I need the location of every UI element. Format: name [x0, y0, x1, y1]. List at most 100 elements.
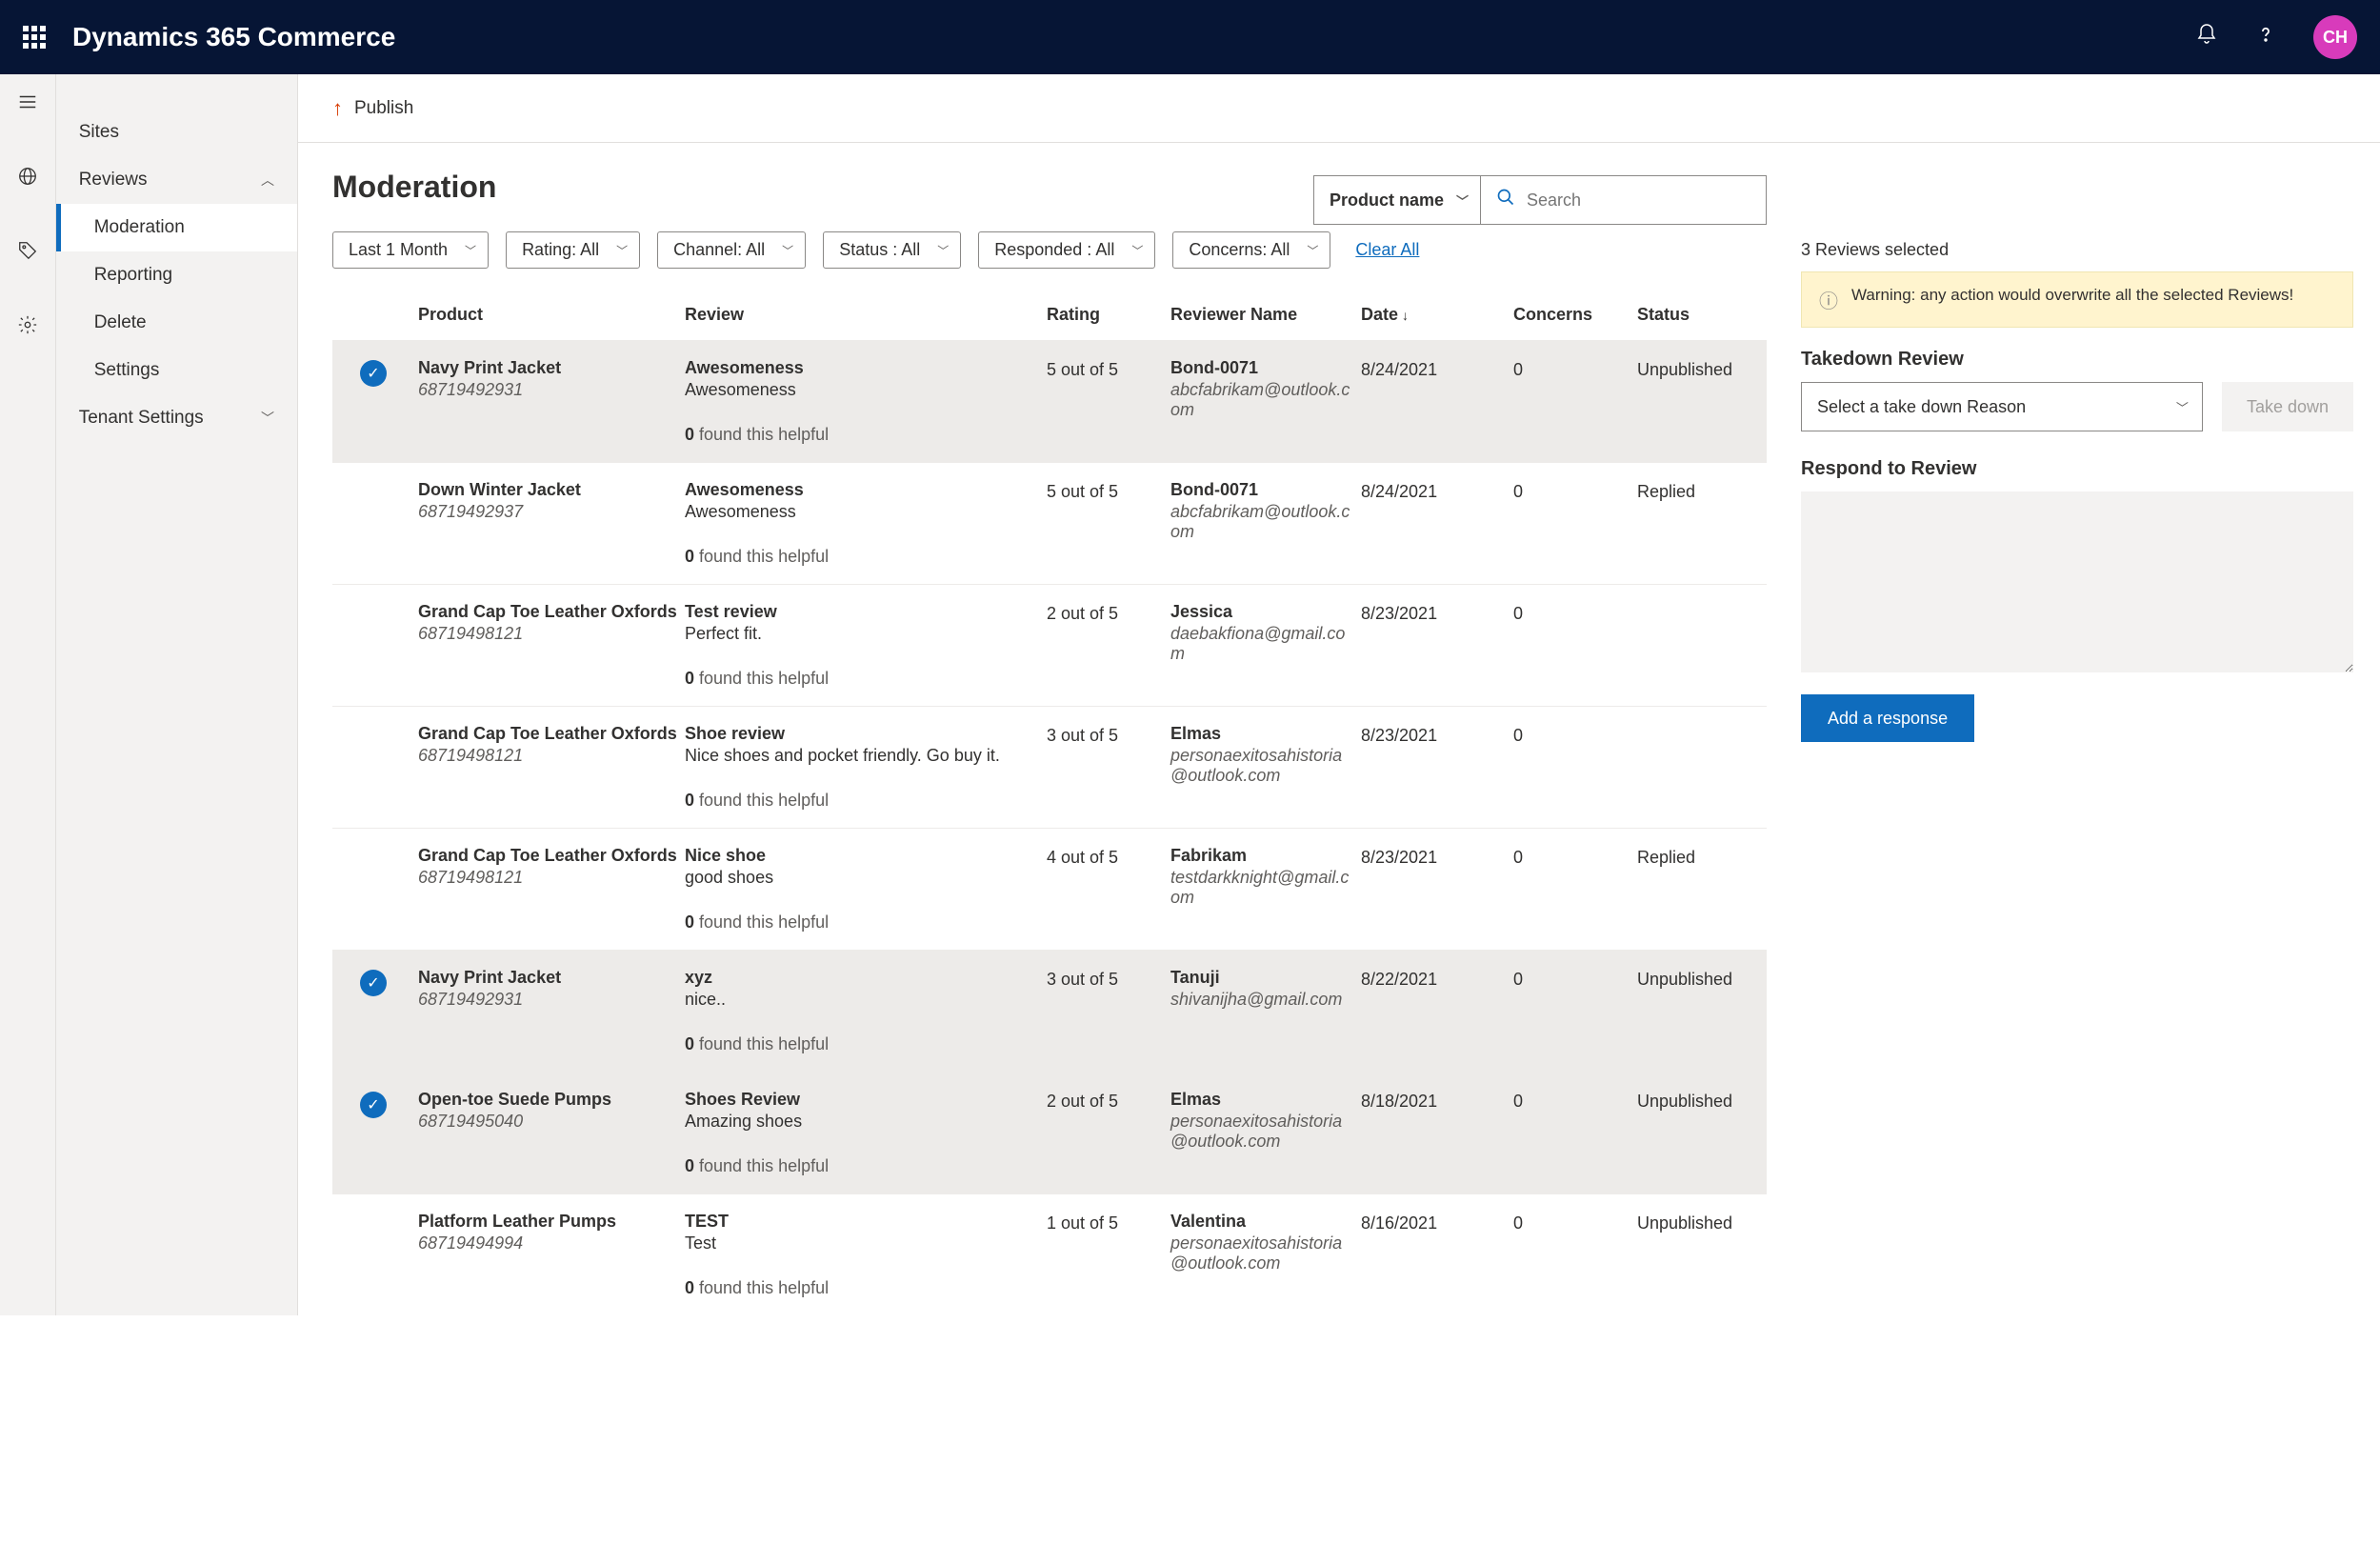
- helpful-count: 0 found this helpful: [685, 912, 1039, 932]
- product-name: Platform Leather Pumps: [418, 1212, 677, 1232]
- concerns: 0: [1510, 968, 1633, 1054]
- review-date: 8/23/2021: [1357, 724, 1510, 811]
- concerns: 0: [1510, 1212, 1633, 1298]
- helpful-count: 0 found this helpful: [685, 425, 1039, 445]
- sidebar: Sites Reviews ︿ Moderation Reporting Dele…: [56, 74, 298, 1315]
- review-title: TEST: [685, 1212, 1039, 1232]
- takedown-button[interactable]: Take down: [2222, 382, 2353, 431]
- sidebar-item-moderation[interactable]: Moderation: [56, 204, 297, 251]
- col-status[interactable]: Status: [1633, 299, 1767, 331]
- filter-pill-2[interactable]: Channel: All﹀: [657, 231, 806, 269]
- row-check-icon[interactable]: ✓: [360, 360, 387, 387]
- table-row[interactable]: Down Winter Jacket68719492937Awesomeness…: [332, 462, 1767, 584]
- reviewer-email: shivanijha@gmail.com: [1170, 990, 1353, 1010]
- table-row[interactable]: ✓Navy Print Jacket68719492931xyznice..0 …: [332, 950, 1767, 1072]
- table-row[interactable]: Grand Cap Toe Leather Oxfords68719498121…: [332, 584, 1767, 706]
- reviewer-name: Tanuji: [1170, 968, 1353, 988]
- gear-icon[interactable]: [17, 314, 38, 341]
- status: Replied: [1633, 480, 1767, 567]
- search-box[interactable]: [1481, 175, 1767, 225]
- review-date: 8/18/2021: [1357, 1090, 1510, 1176]
- publish-button[interactable]: Publish: [354, 98, 413, 119]
- row-check-icon[interactable]: ✓: [360, 970, 387, 996]
- review-title: Shoe review: [685, 724, 1039, 744]
- product-name: Navy Print Jacket: [418, 968, 677, 988]
- col-product[interactable]: Product: [414, 299, 681, 331]
- col-reviewer[interactable]: Reviewer Name: [1167, 299, 1357, 331]
- table-row[interactable]: Platform Leather Pumps68719494994TESTTes…: [332, 1193, 1767, 1315]
- sidebar-item-reviews[interactable]: Reviews ︿: [56, 156, 297, 204]
- chevron-up-icon: ︿: [261, 170, 274, 190]
- filter-label: Concerns: All: [1189, 240, 1290, 259]
- review-title: xyz: [685, 968, 1039, 988]
- helpful-count: 0 found this helpful: [685, 1278, 1039, 1298]
- respond-title: Respond to Review: [1801, 458, 2353, 480]
- concerns: 0: [1510, 480, 1633, 567]
- chevron-down-icon: ﹀: [937, 242, 949, 258]
- filter-pill-3[interactable]: Status : All﹀: [823, 231, 961, 269]
- add-response-button[interactable]: Add a response: [1801, 694, 1974, 742]
- sidebar-item-sites[interactable]: Sites: [56, 109, 297, 156]
- avatar[interactable]: CH: [2313, 15, 2357, 59]
- table-row[interactable]: ✓Open-toe Suede Pumps68719495040Shoes Re…: [332, 1072, 1767, 1193]
- chevron-down-icon: ﹀: [616, 242, 628, 258]
- concerns: 0: [1510, 602, 1633, 689]
- waffle-icon[interactable]: [23, 26, 46, 49]
- sidebar-item-label: Reviews: [79, 170, 148, 190]
- notifications-icon[interactable]: [2195, 23, 2218, 51]
- filter-pill-1[interactable]: Rating: All﹀: [506, 231, 640, 269]
- response-textarea[interactable]: [1801, 491, 2353, 672]
- filter-pill-4[interactable]: Responded : All ﹀: [978, 231, 1155, 269]
- takedown-reason-dropdown[interactable]: Select a take down Reason ﹀: [1801, 382, 2203, 431]
- filter-pill-5[interactable]: Concerns: All﹀: [1172, 231, 1330, 269]
- status: Replied: [1633, 846, 1767, 932]
- rating: 2 out of 5: [1043, 1090, 1167, 1176]
- col-concerns[interactable]: Concerns: [1510, 299, 1633, 331]
- help-icon[interactable]: [2254, 23, 2277, 51]
- review-date: 8/24/2021: [1357, 480, 1510, 567]
- table-row[interactable]: ✓Navy Print Jacket68719492931Awesomeness…: [332, 340, 1767, 462]
- review-date: 8/23/2021: [1357, 846, 1510, 932]
- filter-label: Last 1 Month: [349, 240, 448, 259]
- sidebar-item-reporting[interactable]: Reporting: [56, 251, 297, 299]
- table-row[interactable]: Grand Cap Toe Leather Oxfords68719498121…: [332, 828, 1767, 950]
- status: Unpublished: [1633, 1212, 1767, 1298]
- product-name: Grand Cap Toe Leather Oxfords: [418, 602, 677, 622]
- search-by-dropdown[interactable]: Product name ﹀: [1313, 175, 1481, 225]
- rating: 2 out of 5: [1043, 602, 1167, 689]
- review-title: Awesomeness: [685, 358, 1039, 378]
- col-review[interactable]: Review: [681, 299, 1043, 331]
- sidebar-item-delete[interactable]: Delete: [56, 299, 297, 347]
- helpful-count: 0 found this helpful: [685, 1034, 1039, 1054]
- review-title: Nice shoe: [685, 846, 1039, 866]
- helpful-count: 0 found this helpful: [685, 669, 1039, 689]
- chevron-down-icon: ﹀: [1456, 191, 1469, 210]
- sidebar-item-tenant-settings[interactable]: Tenant Settings﹀: [56, 394, 297, 442]
- rating: 5 out of 5: [1043, 358, 1167, 445]
- reviewer-email: testdarkknight@gmail.com: [1170, 868, 1353, 908]
- reviewer-email: personaexitosahistoria@outlook.com: [1170, 1112, 1353, 1152]
- sidebar-item-settings[interactable]: Settings: [56, 347, 297, 394]
- clear-all-link[interactable]: Clear All: [1355, 240, 1419, 260]
- table-row[interactable]: Grand Cap Toe Leather Oxfords68719498121…: [332, 706, 1767, 828]
- status: [1633, 724, 1767, 811]
- col-rating[interactable]: Rating: [1043, 299, 1167, 331]
- filter-pill-0[interactable]: Last 1 Month﹀: [332, 231, 489, 269]
- review-title: Awesomeness: [685, 480, 1039, 500]
- product-name: Down Winter Jacket: [418, 480, 677, 500]
- filter-label: Responded : All: [994, 240, 1114, 259]
- globe-icon[interactable]: [17, 166, 38, 192]
- product-id: 68719498121: [418, 868, 677, 888]
- search-input[interactable]: [1527, 190, 1750, 211]
- chevron-down-icon: ﹀: [2176, 398, 2189, 416]
- row-check-icon[interactable]: ✓: [360, 1092, 387, 1118]
- helpful-count: 0 found this helpful: [685, 791, 1039, 811]
- tag-icon[interactable]: [17, 240, 38, 267]
- concerns: 0: [1510, 846, 1633, 932]
- col-date[interactable]: Date↓: [1357, 299, 1510, 331]
- reviewer-name: Jessica: [1170, 602, 1353, 622]
- search-icon: [1496, 188, 1515, 212]
- hamburger-icon[interactable]: [17, 91, 38, 118]
- chevron-down-icon: ﹀: [1131, 242, 1143, 258]
- review-body: Nice shoes and pocket friendly. Go buy i…: [685, 746, 1039, 766]
